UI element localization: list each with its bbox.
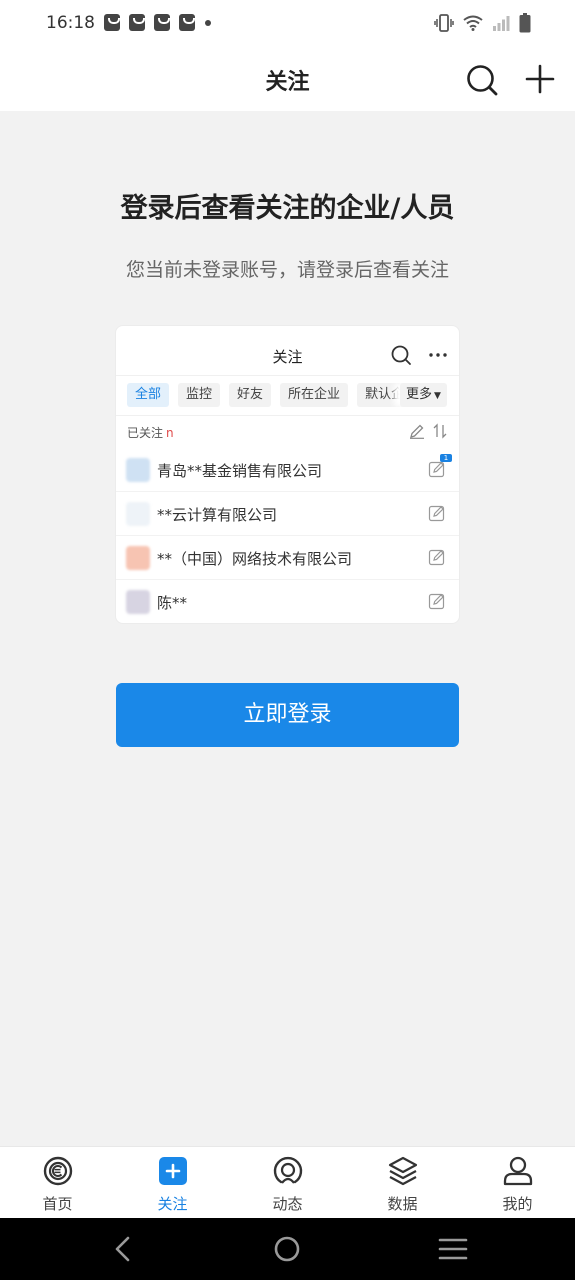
nav-data[interactable]: 数据 [345,1147,460,1219]
divider [116,415,459,416]
menu-icon[interactable] [438,1236,468,1262]
user-icon [503,1156,533,1186]
company-logo [126,458,150,482]
layers-icon [388,1156,418,1186]
edit-icon [410,424,424,439]
followed-label: 已关注 [127,426,164,440]
more-notifications-dot-icon [205,19,211,26]
home-c-icon [43,1156,73,1186]
home-icon[interactable] [272,1234,302,1264]
preview-more-tab: 更多 ▼ [400,383,447,407]
caret-down-icon: ▼ [434,391,441,401]
divider [116,375,459,376]
edit-note-icon [428,593,445,610]
preview-tab: 好友 [229,383,272,407]
vibrate-icon [434,14,454,32]
nav-label: 我的 [502,1195,533,1213]
radar-icon [273,1156,303,1184]
follow-preview-card: 关注 全部 监控 好友 所在企业 默认企 更多 ▼ 已关注 n 青岛**基金销售有限… [115,325,460,624]
row-name: 陈** [157,594,188,612]
preview-more-icon [429,353,447,357]
person-avatar [126,590,150,614]
notification-icons [104,14,211,31]
row-name: **云计算有限公司 [157,506,278,524]
preview-tab: 监控 [178,383,221,407]
app-header: 关注 [0,48,575,111]
company-logo [126,502,150,526]
preview-row: 青岛**基金销售有限公司 1 [116,448,459,492]
nav-label: 数据 [387,1195,418,1213]
nav-home[interactable]: 首页 [0,1147,115,1219]
plus-square-icon [159,1157,187,1185]
row-name: **（中国）网络技术有限公司 [157,550,353,568]
status-bar: 16:18 [0,0,575,48]
shopping-bag-icon [154,14,170,31]
status-time: 16:18 [46,13,95,33]
preview-filter-tabs: 全部 监控 好友 所在企业 默认企 [127,383,413,407]
bottom-navigation: 首页 关注 动态 数据 我的 [0,1146,575,1218]
preview-row: **（中国）网络技术有限公司 [116,536,459,580]
sort-icon [433,423,447,439]
preview-tab: 所在企业 [280,383,349,407]
back-icon[interactable] [108,1234,136,1264]
shopping-bag-icon [104,14,120,31]
nav-follow[interactable]: 关注 [115,1147,230,1219]
preview-row: 陈** [116,580,459,623]
edit-note-icon [428,549,445,566]
preview-more-label: 更多 [406,387,433,402]
nav-profile[interactable]: 我的 [460,1147,575,1219]
wifi-icon [463,15,483,31]
preview-row: **云计算有限公司 [116,492,459,536]
login-button[interactable]: 立即登录 [116,683,459,747]
company-logo [126,546,150,570]
login-prompt-subtitle: 您当前未登录账号，请登录后查看关注 [125,259,449,281]
preview-tab: 全部 [127,383,170,407]
nav-label: 动态 [272,1195,303,1213]
signal-icon [493,16,510,31]
followed-count: n [166,426,174,440]
shopping-bag-icon [179,14,195,31]
system-status-icons [434,13,531,33]
nav-label: 关注 [157,1195,188,1213]
preview-followed-count: 已关注 n [127,424,174,441]
add-icon[interactable] [523,62,557,96]
row-name: 青岛**基金销售有限公司 [157,462,323,480]
preview-search-icon [391,345,411,365]
system-navigation-bar [0,1218,575,1280]
shopping-bag-icon [129,14,145,31]
battery-icon [519,13,531,33]
update-badge: 1 [440,454,452,462]
nav-label: 首页 [42,1195,73,1213]
edit-note-icon [428,505,445,522]
edit-note-icon [428,461,445,478]
login-prompt-title: 登录后查看关注的企业/人员 [120,193,455,224]
search-icon[interactable] [465,63,499,97]
nav-feed[interactable]: 动态 [230,1147,345,1219]
